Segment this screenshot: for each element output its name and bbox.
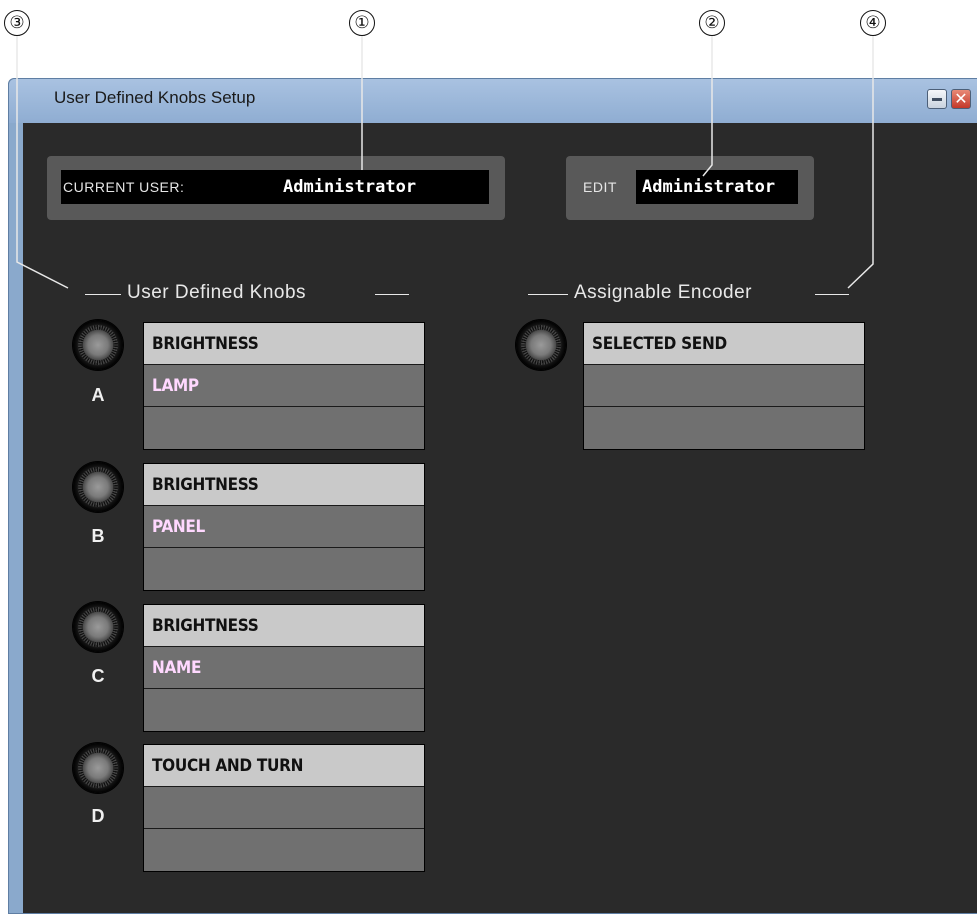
window-title: User Defined Knobs Setup [54,88,256,107]
knob-icon[interactable] [516,320,566,370]
current-user-panel: CURRENT USER: Administrator [47,156,505,220]
knob-c-row-1[interactable]: BRIGHTNESS [144,605,424,647]
knob-d-row-2[interactable] [144,787,424,829]
edit-user-panel: EDIT Administrator [566,156,814,220]
heading-rule-right [375,294,409,295]
knob-a-row-3[interactable] [144,407,424,449]
user-defined-knobs-window: User Defined Knobs Setup ✕ CURRENT USER:… [8,78,977,914]
encoder-rule-left [528,294,568,295]
knob-c-row-2[interactable]: NAME [144,647,424,689]
encoder-row-1[interactable]: SELECTED SEND [584,323,864,365]
knob-d-row-3[interactable] [144,829,424,871]
knob-d-row-1[interactable]: TOUCH AND TURN [144,745,424,787]
user-defined-knobs-heading: User Defined Knobs [127,282,307,303]
knob-b-assignments: BRIGHTNESS PANEL [143,463,425,591]
knob-b-row-1[interactable]: BRIGHTNESS [144,464,424,506]
knob-icon[interactable] [73,462,123,512]
knob-icon[interactable] [73,743,123,793]
encoder-assignments: SELECTED SEND [583,322,865,450]
encoder-rule-right [815,294,849,295]
edit-label: EDIT [583,179,617,195]
knob-c-label: C [91,666,105,686]
title-bar[interactable]: User Defined Knobs Setup ✕ [9,79,977,123]
knob-a-assignments: BRIGHTNESS LAMP [143,322,425,450]
current-user-label: CURRENT USER: [63,179,185,195]
callout-1: ① [349,10,375,36]
callout-3: ③ [4,10,30,36]
knob-a-label: A [91,385,105,405]
close-icon[interactable]: ✕ [951,89,971,109]
knob-a-row-2[interactable]: LAMP [144,365,424,407]
current-user-value: Administrator [267,170,489,204]
edit-user-value[interactable]: Administrator [636,170,798,204]
callout-4: ④ [860,10,886,36]
knob-a-row-1[interactable]: BRIGHTNESS [144,323,424,365]
knob-b-row-2[interactable]: PANEL [144,506,424,548]
heading-rule-left [85,294,121,295]
knob-icon[interactable] [73,602,123,652]
assignable-encoder-heading: Assignable Encoder [574,282,752,303]
knob-b-row-3[interactable] [144,548,424,590]
minimize-icon[interactable] [927,89,947,109]
encoder-row-3[interactable] [584,407,864,449]
encoder-row-2[interactable] [584,365,864,407]
window-content: CURRENT USER: Administrator EDIT Adminis… [23,123,977,913]
knob-c-assignments: BRIGHTNESS NAME [143,604,425,732]
callout-2: ② [699,10,725,36]
knob-b-label: B [91,526,105,546]
knob-d-label: D [91,806,105,826]
knob-d-assignments: TOUCH AND TURN [143,744,425,872]
knob-c-row-3[interactable] [144,689,424,731]
knob-icon[interactable] [73,320,123,370]
